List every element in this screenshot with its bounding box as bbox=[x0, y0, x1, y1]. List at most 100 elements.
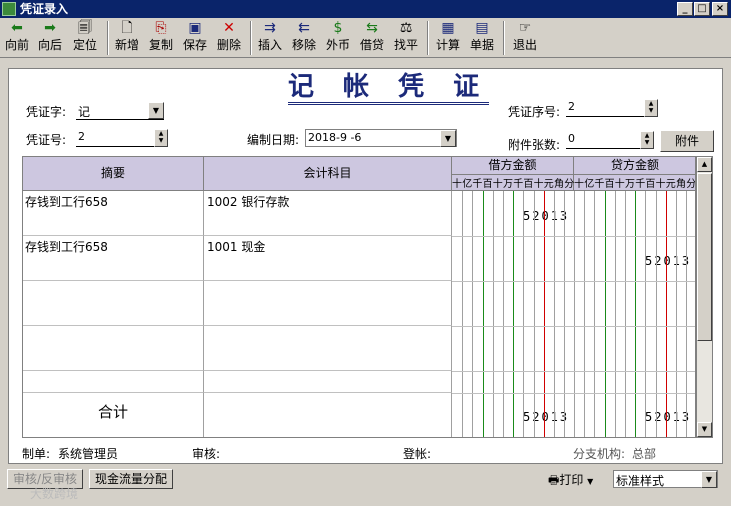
currency-button[interactable]: $ 外币 bbox=[323, 20, 353, 58]
cashflow-button[interactable]: 现金流量分配 bbox=[89, 469, 173, 489]
row-divider bbox=[452, 326, 695, 327]
digit-label: 亿 bbox=[584, 179, 595, 190]
chevron-down-icon[interactable]: ▼ bbox=[440, 130, 456, 147]
maximize-button[interactable]: □ bbox=[694, 2, 710, 16]
title-bar: 凭证录入 _ □ × bbox=[0, 0, 731, 18]
watermark-text: 大数跨境 bbox=[30, 487, 79, 501]
toolbar-separator bbox=[503, 21, 505, 55]
copy-icon: ⎘ bbox=[155, 20, 167, 36]
arrow-right-icon: ➡ bbox=[44, 20, 56, 36]
print-button[interactable]: 🖶打印 ▼ bbox=[548, 471, 610, 489]
seq-label: 凭证序号: bbox=[508, 105, 561, 119]
digit-label: 千 bbox=[513, 179, 524, 190]
voucher-type-select[interactable]: 记 ▼ bbox=[76, 102, 164, 120]
prev-button[interactable]: ⬅ 向前 bbox=[2, 20, 32, 58]
credit-amount[interactable]: 52013 bbox=[645, 254, 691, 268]
locate-icon: 🗐 bbox=[78, 20, 92, 36]
new-button[interactable]: 🗋 新增 bbox=[112, 20, 142, 58]
toolbar-separator bbox=[107, 21, 109, 55]
digit-label: 分 bbox=[686, 179, 696, 190]
balance-icon: ⚖ bbox=[399, 20, 413, 36]
chevron-down-icon[interactable]: ▼ bbox=[701, 471, 717, 488]
column-divider bbox=[533, 191, 535, 437]
digit-label: 十 bbox=[655, 179, 666, 190]
column-divider bbox=[462, 191, 464, 437]
toolbar: ⬅ 向前 ➡ 向后 🗐 定位 🗋 新增 ⎘ 复制 ▣ 保存 ✕ 删除 ⇉ 插入 ⇇ 移除 $ 外币 … bbox=[0, 18, 731, 58]
column-divider bbox=[594, 191, 596, 437]
next-button[interactable]: ➡ 向后 bbox=[35, 20, 65, 58]
attachment-button[interactable]: 附件 bbox=[660, 130, 714, 152]
print-style-select[interactable]: 标准样式 ▼ bbox=[613, 470, 718, 488]
digit-label: 角 bbox=[554, 179, 564, 190]
save-button[interactable]: ▣ 保存 bbox=[180, 20, 210, 58]
account-cell[interactable] bbox=[204, 281, 452, 326]
row-divider bbox=[452, 393, 695, 394]
column-divider bbox=[574, 191, 576, 437]
debit-credit-icon: ⇆ bbox=[366, 20, 378, 36]
locate-button[interactable]: 🗐 定位 bbox=[70, 20, 100, 58]
debit-header: 借方金额 bbox=[452, 157, 574, 175]
delete-button[interactable]: ✕ 删除 bbox=[214, 20, 244, 58]
digit-label: 元 bbox=[665, 179, 676, 190]
app-icon bbox=[2, 2, 16, 16]
total-debit: 52013 bbox=[523, 410, 570, 424]
digit-label: 百 bbox=[604, 179, 615, 190]
summary-cell[interactable] bbox=[23, 326, 204, 371]
chevron-down-icon: ▼ bbox=[587, 477, 594, 486]
minimize-button[interactable]: _ bbox=[677, 2, 693, 16]
document-icon: ▤ bbox=[475, 20, 489, 36]
summary-cell[interactable]: 存钱到工行658 bbox=[23, 236, 204, 281]
window-title: 凭证录入 bbox=[20, 2, 69, 16]
summary-cell[interactable] bbox=[23, 371, 204, 393]
column-divider bbox=[635, 191, 637, 437]
digit-label: 万 bbox=[625, 179, 635, 190]
exit-button[interactable]: ☞ 退出 bbox=[509, 20, 541, 58]
digit-label: 十 bbox=[452, 179, 462, 190]
attach-count-label: 附件张数: bbox=[508, 138, 561, 152]
summary-cell[interactable]: 存钱到工行658 bbox=[23, 191, 204, 236]
row-divider bbox=[452, 236, 695, 237]
balance-button[interactable]: ⚖ 找平 bbox=[391, 20, 421, 58]
column-divider bbox=[472, 191, 474, 437]
spin-arrows-icon[interactable]: ▲ ▼ bbox=[640, 131, 654, 149]
scroll-thumb[interactable] bbox=[697, 173, 712, 341]
arrow-left-icon: ⬅ bbox=[11, 20, 23, 36]
seq-stepper[interactable]: 2 ▲ ▼ bbox=[566, 99, 658, 117]
scroll-down-icon[interactable]: ▼ bbox=[697, 422, 712, 437]
account-cell[interactable]: 1001 现金 bbox=[204, 236, 452, 281]
digit-label: 角 bbox=[676, 179, 686, 190]
account-cell[interactable] bbox=[204, 326, 452, 371]
summary-header: 摘要 bbox=[23, 157, 204, 191]
insert-button[interactable]: ⇉ 插入 bbox=[255, 20, 285, 58]
spin-arrows-icon[interactable]: ▲ ▼ bbox=[154, 129, 168, 147]
debit-amount[interactable]: 52013 bbox=[523, 209, 569, 223]
printer-icon: 🖶 bbox=[548, 473, 560, 487]
date-input[interactable]: 2018-9 -6 ▼ bbox=[305, 129, 457, 147]
chevron-down-icon[interactable]: ▼ bbox=[148, 102, 164, 119]
account-cell[interactable] bbox=[204, 371, 452, 393]
remove-button[interactable]: ⇇ 移除 bbox=[289, 20, 319, 58]
column-divider bbox=[543, 191, 545, 437]
spin-arrows-icon[interactable]: ▲ ▼ bbox=[644, 99, 658, 117]
debit-credit-button[interactable]: ⇆ 借贷 bbox=[357, 20, 387, 58]
calculate-button[interactable]: ▦ 计算 bbox=[433, 20, 463, 58]
account-cell[interactable]: 1002 银行存款 bbox=[204, 191, 452, 236]
close-button[interactable]: × bbox=[712, 2, 728, 16]
column-divider bbox=[523, 191, 525, 437]
scroll-up-icon[interactable]: ▲ bbox=[697, 157, 712, 172]
copy-button[interactable]: ⎘ 复制 bbox=[146, 20, 176, 58]
column-divider bbox=[676, 191, 677, 437]
grid-scrollbar[interactable]: ▲ ▼ bbox=[696, 156, 713, 438]
column-divider bbox=[554, 191, 555, 437]
total-account-cell bbox=[204, 393, 452, 437]
toolbar-separator bbox=[250, 21, 252, 55]
calculator-icon: ▦ bbox=[441, 20, 455, 36]
summary-cell[interactable] bbox=[23, 281, 204, 326]
attach-count-stepper[interactable]: 0 ▲ ▼ bbox=[566, 131, 654, 149]
maker-label: 制单: bbox=[22, 447, 51, 461]
voucher-no-stepper[interactable]: 2 ▲ ▼ bbox=[76, 129, 168, 147]
exit-icon: ☞ bbox=[518, 20, 532, 36]
column-divider bbox=[584, 191, 586, 437]
document-button[interactable]: ▤ 单据 bbox=[467, 20, 497, 58]
delete-icon: ✕ bbox=[223, 20, 235, 36]
